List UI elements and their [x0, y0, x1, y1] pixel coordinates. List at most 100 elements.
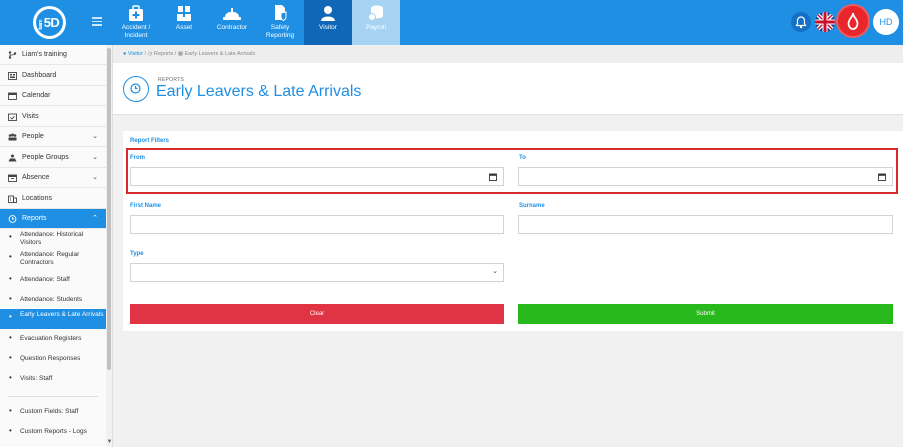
chevron-down-icon: ⌄ — [92, 174, 98, 181]
sidebar-item-label: Visits — [22, 113, 39, 120]
sidebar-item-label: Calendar — [22, 92, 51, 99]
logo-prefix: team — [38, 20, 44, 30]
emergency-alert-button[interactable] — [838, 6, 868, 36]
sidebar-divider — [8, 396, 98, 397]
sidebar-item-label: Locations — [22, 195, 52, 202]
module-switcher: Accident / Incident Asset Contractor Saf… — [112, 0, 400, 45]
sidebar-subitem-attendance-regular-contractors[interactable]: • Attendance: Regular Contractors — [0, 251, 106, 267]
sidebar-item-reports[interactable]: Reports ⌃ — [0, 209, 106, 229]
page-title: Early Leavers & Late Arrivals — [156, 83, 362, 100]
sidebar-subitem-custom-fields-staff[interactable]: • Custom Fields: Staff — [0, 407, 106, 416]
first-name-label: First Name — [130, 203, 162, 209]
sidebar-item-liams-training[interactable]: Liam's training — [0, 45, 106, 65]
module-safety-reporting[interactable]: Safety Reporting — [256, 0, 304, 45]
to-date-input[interactable] — [518, 167, 893, 186]
sidebar-subitem-evacuation-registers[interactable]: • Evacuation Registers — [0, 334, 106, 343]
asset-boxes-icon — [177, 6, 191, 21]
breadcrumb: ● Visitor / ◷ Reports / ▦ Early Leavers … — [113, 45, 903, 63]
sidebar-subitem-label: Custom Fields: Staff — [20, 408, 79, 415]
people-groups-icon — [8, 154, 17, 162]
sidebar-subitem-label: Attendance: Historical Visitors — [20, 231, 84, 246]
sidebar-subitem-visits-staff[interactable]: • Visits: Staff — [0, 374, 106, 383]
language-switcher[interactable] — [815, 12, 835, 32]
module-accident-incident[interactable]: Accident / Incident — [112, 0, 160, 45]
breadcrumb-visitor[interactable]: Visitor — [128, 51, 143, 57]
sidebar-subitem-question-responses[interactable]: • Question Responses — [0, 354, 106, 363]
logo-mark: team 5D — [36, 9, 63, 36]
module-payroll[interactable]: Payroll — [352, 0, 400, 45]
type-select[interactable]: ⌄ — [130, 263, 504, 282]
sidebar-subitem-attendance-students[interactable]: • Attendance: Students — [0, 295, 106, 304]
sidebar-item-dashboard[interactable]: Dashboard — [0, 66, 106, 86]
chevron-down-icon: ⌄ — [92, 154, 98, 161]
team5d-logo[interactable]: team 5D — [33, 6, 66, 39]
sidebar-item-locations[interactable]: Locations — [0, 189, 106, 209]
sidebar-item-people[interactable]: People ⌄ — [0, 127, 106, 147]
chevron-down-icon: ⌄ — [492, 268, 498, 275]
safety-report-icon — [275, 5, 287, 22]
from-date-input[interactable] — [130, 167, 504, 186]
submit-button[interactable]: Submit — [518, 304, 893, 324]
module-asset[interactable]: Asset — [160, 0, 208, 45]
chevron-up-icon: ⌃ — [92, 215, 98, 222]
module-label: Safety Reporting — [265, 24, 295, 39]
sidebar-subitem-label: Evacuation Registers — [20, 335, 82, 342]
from-label: From — [130, 155, 145, 161]
sidebar-subitem-label: Early Leavers & Late Arrivals — [20, 311, 104, 318]
menu-toggle-icon[interactable] — [92, 17, 102, 26]
coins-icon — [368, 5, 383, 21]
calendar-check-icon — [8, 113, 17, 121]
calendar-icon — [8, 92, 17, 100]
reports-clock-icon — [123, 76, 149, 102]
sidebar: Liam's training Dashboard Calendar Visit… — [0, 45, 113, 447]
sidebar-item-label: Absence — [22, 174, 50, 181]
first-aid-kit-icon — [129, 5, 143, 21]
sidebar-item-people-groups[interactable]: People Groups ⌄ — [0, 148, 106, 168]
user-avatar[interactable]: HD — [873, 9, 899, 35]
module-label: Contractor — [216, 24, 248, 31]
clock-icon: ◷ — [147, 51, 153, 57]
chevron-down-icon: ⌄ — [92, 133, 98, 140]
module-label: Asset — [175, 24, 193, 31]
person-icon — [321, 6, 335, 21]
page-header: REPORTS Early Leavers & Late Arrivals — [113, 63, 903, 115]
module-contractor[interactable]: Contractor — [208, 0, 256, 45]
first-name-input[interactable] — [130, 215, 504, 234]
sidebar-subitem-label: Question Responses — [20, 355, 81, 362]
sidebar-subitem-label: Visits: Staff — [20, 375, 53, 382]
breadcrumb-current: Early Leavers & Late Arrivals — [184, 51, 256, 57]
scroll-down-arrow-icon[interactable]: ▼ — [106, 438, 112, 446]
notifications-button[interactable] — [791, 12, 811, 32]
sidebar-subitem-label: Attendance: Regular Contractors — [20, 251, 80, 266]
calendar-icon[interactable] — [489, 173, 497, 181]
sidebar-item-calendar[interactable]: Calendar — [0, 86, 106, 106]
sidebar-subitem-attendance-staff[interactable]: • Attendance: Staff — [0, 275, 106, 284]
surname-input[interactable] — [518, 215, 893, 234]
branch-icon — [8, 51, 17, 59]
building-icon — [8, 195, 17, 203]
sidebar-subitem-early-leavers-late-arrivals[interactable]: • Early Leavers & Late Arrivals — [0, 309, 106, 329]
module-visitor[interactable]: Visitor — [304, 0, 352, 45]
sidebar-subitem-attendance-historical-visitors[interactable]: • Attendance: Historical Visitors — [0, 231, 106, 247]
sidebar-subitem-custom-reports-logs[interactable]: • Custom Reports - Logs — [0, 427, 106, 436]
sidebar-scrollbar[interactable]: ▼ — [106, 45, 112, 447]
module-label: Visitor — [319, 24, 337, 31]
sidebar-subitem-label: Attendance: Students — [20, 296, 83, 303]
sidebar-subitem-label: Custom Reports - Logs — [20, 428, 87, 435]
sidebar-item-visits[interactable]: Visits — [0, 107, 106, 127]
calendar-icon[interactable] — [878, 173, 886, 181]
clock-icon — [8, 215, 17, 223]
absence-calendar-icon — [8, 174, 17, 182]
people-icon — [8, 133, 17, 141]
bell-icon — [795, 16, 807, 29]
scrollbar-thumb[interactable] — [107, 48, 111, 370]
grid-icon: ▦ — [177, 51, 184, 57]
dashboard-icon — [8, 72, 17, 80]
clear-button[interactable]: Clear — [130, 304, 504, 324]
person-icon: ● — [123, 51, 127, 57]
breadcrumb-reports[interactable]: Reports — [154, 51, 173, 57]
report-filters-title: Report Filters — [130, 138, 170, 144]
module-label: Accident / Incident — [121, 24, 151, 39]
logo-text: 5D — [43, 15, 60, 30]
sidebar-item-absence[interactable]: Absence ⌄ — [0, 168, 106, 188]
